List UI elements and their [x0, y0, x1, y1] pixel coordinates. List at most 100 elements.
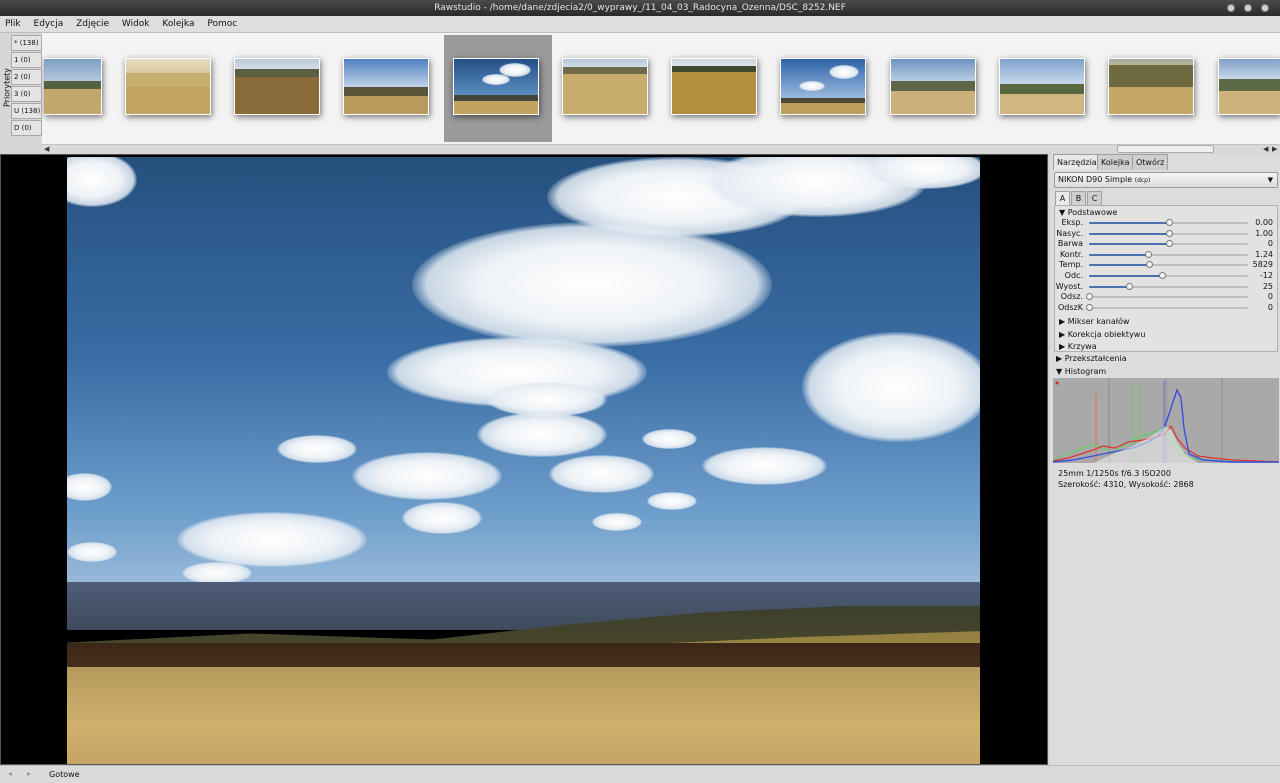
curves-expander[interactable]: ▶ Krzywa [1059, 342, 1097, 351]
slider-fill [1089, 232, 1169, 235]
slider-value[interactable]: 1.24 [1243, 250, 1273, 260]
transforms-header: Przekształcenia [1064, 354, 1127, 363]
slider-knob[interactable] [1086, 303, 1093, 311]
forward-icon[interactable]: ▸ [27, 769, 31, 778]
slider-label: Temp. [1059, 260, 1083, 270]
slider-row: Barwa 0 [1055, 239, 1277, 249]
transforms-expander[interactable]: ▶ Przekształcenia [1056, 354, 1127, 363]
slider-knob[interactable] [1146, 261, 1154, 269]
slider-knob[interactable] [1159, 272, 1167, 279]
slider-label: Barwa [1057, 239, 1083, 249]
slider-knob[interactable] [1165, 229, 1173, 237]
thumbnail[interactable] [890, 58, 976, 115]
tab-queue[interactable]: Kolejka [1097, 154, 1134, 170]
thumbnail[interactable] [780, 58, 866, 115]
priority-deleted[interactable]: D (0) [11, 120, 42, 136]
thumbnail[interactable] [562, 58, 648, 115]
slider-track[interactable] [1089, 250, 1248, 258]
slider-knob[interactable] [1165, 240, 1173, 248]
thumbnail[interactable] [234, 58, 320, 115]
exif-dimensions: Szerokość: 4310, Wysokość: 2868 [1058, 480, 1194, 489]
slider-knob[interactable] [1165, 219, 1173, 226]
slider-row: Wyost. 25 [1055, 282, 1277, 292]
menu-kolejka[interactable]: Kolejka [157, 16, 199, 33]
slider-track[interactable] [1089, 240, 1248, 248]
tool-sidebar: Narzędzia Kolejka Otwórz NIKON D90 Simpl… [1050, 154, 1280, 765]
scroll-left-icon[interactable]: ◀ [44, 145, 49, 153]
thumbnail[interactable] [44, 58, 102, 115]
title-bar: Rawstudio - /home/dane/zdjecia2/0_wypraw… [0, 0, 1280, 16]
slider-row: Odsz. 0 [1055, 292, 1277, 302]
priority-unprioritized[interactable]: U (138) [11, 103, 42, 119]
histogram-header: Histogram [1064, 367, 1107, 376]
status-bar: ◂ ▸ Gotowe [0, 765, 1280, 783]
slider-value[interactable]: 0 [1243, 303, 1273, 313]
thumbnail[interactable] [1218, 58, 1280, 115]
tab-open[interactable]: Otwórz [1132, 154, 1169, 170]
image-viewer[interactable] [0, 154, 1048, 765]
basic-expander[interactable]: ▼ Podstawowe [1059, 208, 1117, 217]
slider-knob[interactable] [1125, 282, 1133, 290]
tab-tools[interactable]: Narzędzia [1053, 154, 1101, 170]
slider-value[interactable]: -12 [1243, 271, 1273, 281]
slider-label: OdszK [1058, 302, 1083, 312]
slider-fill [1089, 222, 1169, 224]
slider-knob[interactable] [1144, 250, 1152, 258]
thumbnail[interactable] [343, 58, 429, 115]
priority-1[interactable]: 1 (0) [11, 52, 42, 68]
slider-value[interactable]: 5829 [1243, 260, 1273, 270]
close-button[interactable] [1261, 4, 1269, 12]
back-icon[interactable]: ◂ [8, 769, 12, 778]
scroll-right-icon[interactable]: ▶ [1272, 145, 1277, 153]
menu-plik[interactable]: Plik [0, 16, 26, 33]
slider-track[interactable] [1089, 272, 1248, 279]
snapshot-b-tab[interactable]: B [1071, 191, 1086, 206]
menu-edycja[interactable]: Edycja [29, 16, 69, 33]
maximize-button[interactable] [1244, 4, 1252, 12]
priority-2[interactable]: 2 (0) [11, 69, 42, 85]
status-text: Gotowe [49, 770, 80, 779]
thumbnail[interactable] [1108, 58, 1194, 115]
camera-profile-select[interactable]: NIKON D90 Simple (dcp) ▼ [1054, 172, 1278, 188]
priority-all[interactable]: * (138) [11, 35, 42, 51]
thumbnail[interactable] [671, 58, 757, 115]
thumbnail[interactable] [999, 58, 1085, 115]
menu-bar: Plik Edycja Zdjęcie Widok Kolejka Pomoc [0, 16, 1280, 33]
menu-pomoc[interactable]: Pomoc [202, 16, 242, 33]
thumbnail[interactable] [125, 58, 211, 115]
minimize-button[interactable] [1227, 4, 1235, 12]
scroll-left-icon[interactable]: ◀ [1263, 145, 1268, 153]
slider-knob[interactable] [1086, 293, 1093, 301]
collapsed-arrow-icon: ▶ [1059, 342, 1066, 351]
collapsed-arrow-icon: ▶ [1059, 330, 1066, 339]
mixer-expander[interactable]: ▶ Mikser kanałów [1059, 317, 1129, 326]
menu-zdjecie[interactable]: Zdjęcie [71, 16, 114, 33]
slider-track[interactable] [1086, 303, 1248, 311]
collapsed-arrow-icon: ▶ [1059, 317, 1066, 326]
slider-track[interactable] [1086, 293, 1248, 301]
window-title: Rawstudio - /home/dane/zdjecia2/0_wypraw… [434, 3, 846, 13]
slider-track[interactable] [1089, 229, 1248, 237]
lens-expander[interactable]: ▶ Korekcja obiektywu [1059, 330, 1145, 339]
snapshot-c-tab[interactable]: C [1087, 191, 1102, 206]
snapshot-a-tab[interactable]: A [1055, 191, 1070, 206]
slider-value[interactable]: 0 [1243, 239, 1273, 249]
slider-track[interactable] [1089, 282, 1248, 290]
lens-header: Korekcja obiektywu [1067, 330, 1146, 339]
priority-3[interactable]: 3 (0) [11, 86, 42, 102]
slider-value[interactable]: 0.00 [1243, 218, 1273, 228]
slider-label: Kontr. [1059, 249, 1083, 259]
mixer-header: Mikser kanałów [1067, 317, 1130, 326]
menu-widok[interactable]: Widok [117, 16, 155, 33]
slider-value[interactable]: 1.00 [1243, 229, 1273, 239]
histogram-expander[interactable]: ▼ Histogram [1056, 367, 1106, 376]
slider-row: Eksp. 0.00 [1055, 218, 1277, 228]
thumbnail-selected[interactable] [453, 58, 539, 115]
slider-value[interactable]: 0 [1243, 292, 1273, 302]
thumbnail-scrollbar[interactable]: ◀ ◀ ▶ [42, 144, 1280, 153]
scrollbar-handle[interactable] [1117, 145, 1214, 153]
slider-track[interactable] [1089, 219, 1248, 226]
slider-track[interactable] [1089, 261, 1248, 269]
slider-value[interactable]: 25 [1243, 282, 1273, 292]
histogram-graph [1053, 378, 1279, 463]
